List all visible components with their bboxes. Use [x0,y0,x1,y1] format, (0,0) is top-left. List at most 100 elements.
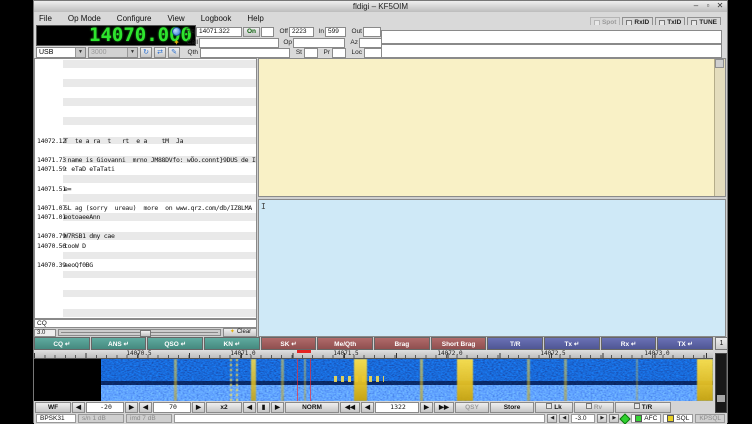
browser-row[interactable] [35,308,256,318]
browser-row[interactable] [35,145,256,155]
lk-button[interactable]: Lk [535,402,573,413]
menu-help[interactable]: Help [239,12,271,25]
left-arrow-icon[interactable]: ◀ [72,402,85,413]
browser-row[interactable] [35,174,256,184]
maximize-icon[interactable]: ▫ [703,1,713,11]
browser-row[interactable] [35,116,256,126]
swap-icon[interactable]: ⇄ [154,47,166,58]
left-arrow-icon[interactable]: ◀ [139,402,152,413]
browser-row[interactable] [35,59,256,69]
macro-button-tx[interactable]: TX ↵ [657,337,713,350]
70-value[interactable]: 70 [153,402,191,413]
revert-icon[interactable]: ↻ [140,47,152,58]
tx-text-pane[interactable]: I [258,199,726,337]
browser-row[interactable] [35,289,256,299]
afc-toggle[interactable]: AFC [631,414,661,423]
sql-toggle[interactable]: SQL [663,414,693,423]
macro-button-shortbrag[interactable]: Short Brag [431,337,487,350]
left-arrow-icon[interactable]: ◀ [243,402,256,413]
macro-button-kn[interactable]: KN ↵ [204,337,260,350]
macro-button-brag[interactable]: Brag [374,337,430,350]
macro-button-qso[interactable]: QSO ↵ [147,337,203,350]
squelch-decrease-icon[interactable]: ◀ [559,414,569,423]
store-button[interactable]: Store [490,402,534,413]
st-field[interactable] [304,48,318,58]
slider-handle[interactable] [140,330,151,337]
browser-row[interactable]: 14071.51e= [35,184,256,194]
browser-row[interactable] [35,97,256,107]
notes-field-2[interactable] [381,44,722,58]
macro-button-meqth[interactable]: Me/Qth [317,337,373,350]
mode-status[interactable]: BPSK31 [36,414,76,423]
browser-row[interactable] [35,279,256,289]
macro-button-ans[interactable]: ANS ↵ [91,337,147,350]
macro-button-rx[interactable]: Rx ↵ [601,337,657,350]
scrollbar-button[interactable] [715,59,724,68]
browser-row[interactable]: 14072.12T te a ra t rt e a tM Ja [35,136,256,146]
browser-row[interactable] [35,126,256,136]
squelch-level-value[interactable]: -3.0 [571,414,595,423]
left-arrow-icon[interactable]: ◀ [361,402,374,413]
browser-row[interactable]: 14070.39aeoQf0BG [35,260,256,270]
waterfall-display[interactable] [34,359,713,401]
browser-row[interactable]: 14071.07SL ag (sorry ureau) more on www.… [35,203,256,213]
slider-handle[interactable] [717,395,725,402]
hand-icon[interactable]: ✦ [172,38,181,47]
macro-button-tx[interactable]: Tx ↵ [544,337,600,350]
tr-button[interactable]: T/R [615,402,671,413]
notes-field-1[interactable] [381,30,722,44]
x2-button[interactable]: x2 [206,402,242,413]
browser-row[interactable]: 14071.01eotoaeeAnn [35,212,256,222]
fast-right-icon[interactable]: ▶▶ [434,402,454,413]
browser-level-value[interactable]: 3.0 [34,329,56,337]
smeter-field[interactable] [261,27,274,37]
squelch-decrease-fast-icon[interactable]: ◀ [547,414,557,423]
macro-button-cq[interactable]: CQ ↵ [34,337,90,350]
browser-row[interactable] [35,193,256,203]
waterfall-scale[interactable]: 14070.514071.014071.514072.014072.514073… [34,350,713,359]
squelch-increase-icon[interactable]: ▶ [597,414,607,423]
waterfall-side-slider[interactable] [715,353,727,413]
browser-row[interactable]: 14071.73 name is Giovanni mrno JM88DVfo:… [35,155,256,165]
browser-row[interactable] [35,298,256,308]
browser-row[interactable] [35,222,256,232]
macro-set-button[interactable]: 1 [715,337,728,350]
rx-text-pane[interactable] [258,58,726,197]
in-field[interactable]: 599 [325,27,346,37]
norm-button[interactable]: NORM [285,402,339,413]
edit-icon[interactable]: ✎ [168,47,180,58]
right-arrow-icon[interactable]: ▶ [420,402,433,413]
close-icon[interactable]: ✕ [715,1,725,11]
browser-row[interactable] [35,69,256,79]
op-field[interactable] [293,38,345,48]
right-arrow-icon[interactable]: ▶ [192,402,205,413]
browser-row[interactable]: 14070.79W7RSB1 dmy cae [35,231,256,241]
right-arrow-icon[interactable]: ▶ [271,402,284,413]
frq-field[interactable]: 14071.322 [196,27,242,37]
-20-value[interactable]: -20 [86,402,124,413]
minimize-icon[interactable]: – [691,1,701,11]
qth-field[interactable] [200,48,290,58]
fast-left-icon[interactable]: ◀◀ [340,402,360,413]
wf-button[interactable]: WF [35,402,71,413]
out-field[interactable] [363,27,381,37]
chevron-down-icon[interactable]: ▼ [75,48,85,57]
mode-select[interactable]: USB ▼ [36,47,86,58]
browser-row[interactable]: 14071.59: eTaD eTaTati [35,164,256,174]
browser-row[interactable] [35,78,256,88]
menu-logbook[interactable]: Logbook [193,12,240,25]
menu-file[interactable]: File [34,12,60,25]
on-button[interactable]: On [243,27,260,37]
browser-row[interactable] [35,270,256,280]
squelch-increase-fast-icon[interactable]: ▶ [609,414,619,423]
1322-value[interactable]: 1322 [375,402,419,413]
macro-button-sk[interactable]: SK ↵ [261,337,317,350]
call-field[interactable] [199,38,279,48]
seek-regex-field[interactable]: CQ [34,319,257,328]
browser-row[interactable]: 14070.56tooW D [35,241,256,251]
browser-level-slider[interactable] [58,329,221,336]
browser-row[interactable] [35,251,256,261]
rx-scrollbar[interactable] [714,59,725,196]
pr-field[interactable] [332,48,346,58]
browser-row[interactable] [35,107,256,117]
